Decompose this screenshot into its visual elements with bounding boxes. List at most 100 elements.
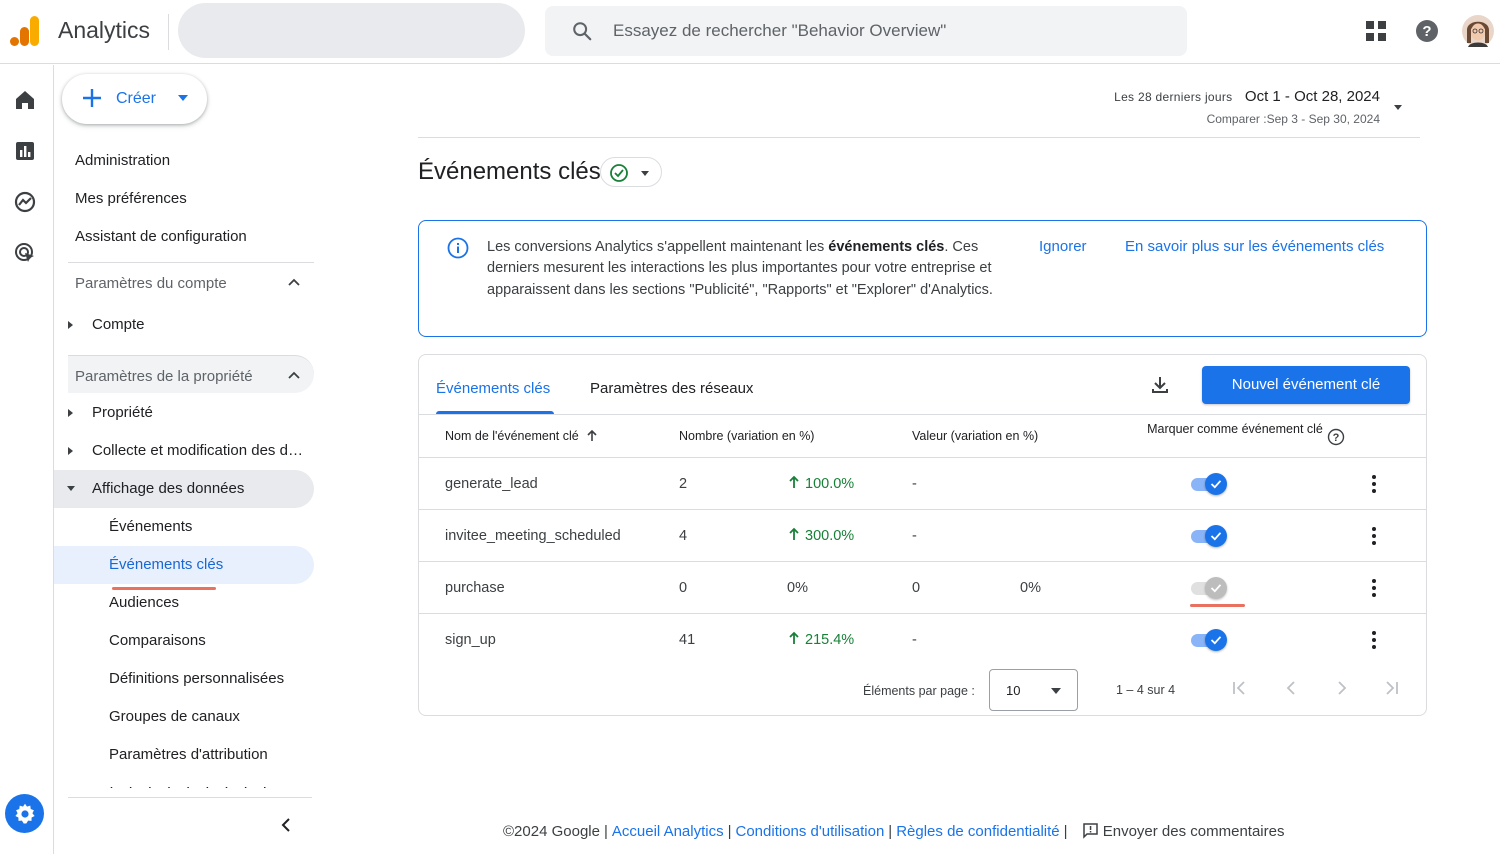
key-event-toggle[interactable] <box>1191 523 1231 549</box>
arrow-up-icon <box>789 631 799 644</box>
column-header-mark: Marquer comme événement clé <box>1147 422 1323 436</box>
analytics-logo-icon[interactable] <box>10 14 40 48</box>
event-name: invitee_meeting_scheduled <box>445 528 621 544</box>
footer-link-privacy[interactable]: Règles de confidentialité <box>896 823 1059 840</box>
info-banner: Les conversions Analytics s'appellent ma… <box>418 220 1427 337</box>
copyright: ©2024 Google <box>503 823 600 840</box>
nav-events[interactable]: Événements <box>54 508 314 546</box>
banner-bold-text: événements clés <box>828 239 945 255</box>
property-settings-section[interactable]: Paramètres de la propriété <box>68 355 314 393</box>
apps-grid-icon[interactable] <box>1366 21 1386 41</box>
chevron-left-icon[interactable] <box>278 817 294 833</box>
explore-icon[interactable] <box>13 190 37 214</box>
create-button[interactable]: Créer <box>62 74 207 124</box>
value-change: 0% <box>1020 580 1041 596</box>
date-range-picker[interactable]: Les 28 derniers jours Oct 1 - Oct 28, 20… <box>1114 88 1380 106</box>
help-icon[interactable]: ? <box>1415 19 1439 43</box>
date-range-value: Oct 1 - Oct 28, 2024 <box>1244 88 1380 105</box>
sort-up-icon <box>587 429 597 441</box>
nav-account[interactable]: Compte <box>54 306 314 344</box>
home-icon[interactable] <box>13 88 37 112</box>
check-icon <box>1210 532 1222 541</box>
arrow-up-icon <box>789 527 799 540</box>
table-row: sign_up 41 215.4% - <box>419 613 1426 665</box>
more-vert-icon[interactable] <box>1369 578 1379 598</box>
caret-down-icon <box>641 171 649 176</box>
compare-range: Comparer :Sep 3 - Sep 30, 2024 <box>1206 112 1380 126</box>
nav-property[interactable]: Propriété <box>54 394 314 432</box>
nav-key-events[interactable]: Événements clés <box>54 546 314 584</box>
footer-link-terms[interactable]: Conditions d'utilisation <box>736 823 885 840</box>
plus-icon <box>83 89 101 107</box>
nav-data-collection[interactable]: Collecte et modification des données <box>54 432 314 470</box>
nav-preferences[interactable]: Mes préférences <box>75 190 187 207</box>
svg-text:?: ? <box>1422 23 1431 40</box>
caret-down-icon <box>67 486 75 491</box>
key-event-toggle[interactable] <box>1191 575 1231 601</box>
last-page-icon[interactable] <box>1384 680 1400 696</box>
key-event-toggle[interactable] <box>1191 627 1231 653</box>
table-row: invitee_meeting_scheduled 4 300.0% - <box>419 509 1426 561</box>
feedback-link[interactable]: Envoyer des commentaires <box>1103 823 1285 840</box>
page-size-select[interactable]: 10 <box>989 669 1078 711</box>
annotation-underline <box>1190 604 1245 607</box>
footer-link-analytics-home[interactable]: Accueil Analytics <box>612 823 724 840</box>
learn-more-link[interactable]: En savoir plus sur les événements clés <box>1125 238 1384 255</box>
more-vert-icon[interactable] <box>1369 474 1379 494</box>
next-page-icon[interactable] <box>1334 680 1350 696</box>
page-size-value: 10 <box>1006 683 1021 698</box>
event-value: 0 <box>912 580 921 596</box>
feedback-icon[interactable] <box>1082 822 1099 839</box>
nav-label: Paramètres d'attribution <box>109 746 268 763</box>
key-event-toggle[interactable] <box>1191 471 1231 497</box>
dismiss-link[interactable]: Ignorer <box>1039 238 1087 255</box>
event-count: 0 <box>679 580 688 596</box>
account-selector[interactable] <box>178 3 525 58</box>
nav-channel-groups[interactable]: Groupes de canaux <box>54 698 314 736</box>
event-count: 2 <box>679 476 688 492</box>
more-vert-icon[interactable] <box>1369 630 1379 650</box>
event-value: - <box>912 476 917 492</box>
advertising-icon[interactable] <box>13 241 37 265</box>
banner-message: Les conversions Analytics s'appellent ma… <box>487 237 1015 301</box>
caret-right-icon <box>68 409 73 417</box>
divider <box>419 414 1426 415</box>
nav-divider <box>68 797 312 798</box>
column-header-count[interactable]: Nombre (variation en %) <box>679 429 814 443</box>
section-label: Paramètres de la propriété <box>75 368 253 385</box>
nav-label: Affichage des données <box>92 480 245 497</box>
nav-setup-assistant[interactable]: Assistant de configuration <box>75 228 247 245</box>
search-icon <box>573 22 592 41</box>
admin-sidenav: Créer Administration Mes préférences Ass… <box>54 65 322 854</box>
column-header-name[interactable]: Nom de l'événement clé <box>445 429 598 443</box>
account-settings-section[interactable]: Paramètres du compte <box>68 262 314 300</box>
previous-page-icon[interactable] <box>1283 680 1299 696</box>
nav-comparisons[interactable]: Comparaisons <box>54 622 314 660</box>
search-input[interactable]: Essayez de rechercher "Behavior Overview… <box>545 6 1187 56</box>
nav-label: Définitions personnalisées <box>109 670 285 687</box>
help-outline-icon[interactable]: ? <box>1327 428 1345 446</box>
tab-key-events[interactable]: Événements clés <box>436 380 550 397</box>
column-header-value[interactable]: Valeur (variation en %) <box>912 429 1038 443</box>
admin-settings-button[interactable] <box>5 794 44 833</box>
nav-custom-definitions[interactable]: Définitions personnalisées <box>54 660 314 698</box>
nav-data-display[interactable]: Affichage des données <box>54 470 314 508</box>
count-change: 300.0% <box>805 528 855 544</box>
new-key-event-button[interactable]: Nouvel événement clé <box>1202 366 1410 404</box>
download-icon[interactable] <box>1149 374 1171 396</box>
avatar[interactable] <box>1462 15 1494 47</box>
nav-administration[interactable]: Administration <box>75 152 170 169</box>
caret-down-icon[interactable] <box>1393 103 1403 111</box>
status-chip[interactable] <box>600 157 662 187</box>
nav-audiences[interactable]: Audiences <box>54 584 314 622</box>
nav-label: Événements clés <box>109 556 224 573</box>
reports-icon[interactable] <box>13 139 37 163</box>
table-row: generate_lead 2 100.0% - <box>419 457 1426 509</box>
more-vert-icon[interactable] <box>1369 526 1379 546</box>
nav-label: Collecte et modification des données <box>92 442 307 459</box>
nav-attribution-settings[interactable]: Paramètres d'attribution <box>54 736 314 774</box>
page-range: 1 – 4 sur 4 <box>1116 683 1176 697</box>
tab-network-settings[interactable]: Paramètres des réseaux <box>590 380 753 397</box>
first-page-icon[interactable] <box>1231 680 1247 696</box>
caret-right-icon <box>68 321 73 329</box>
